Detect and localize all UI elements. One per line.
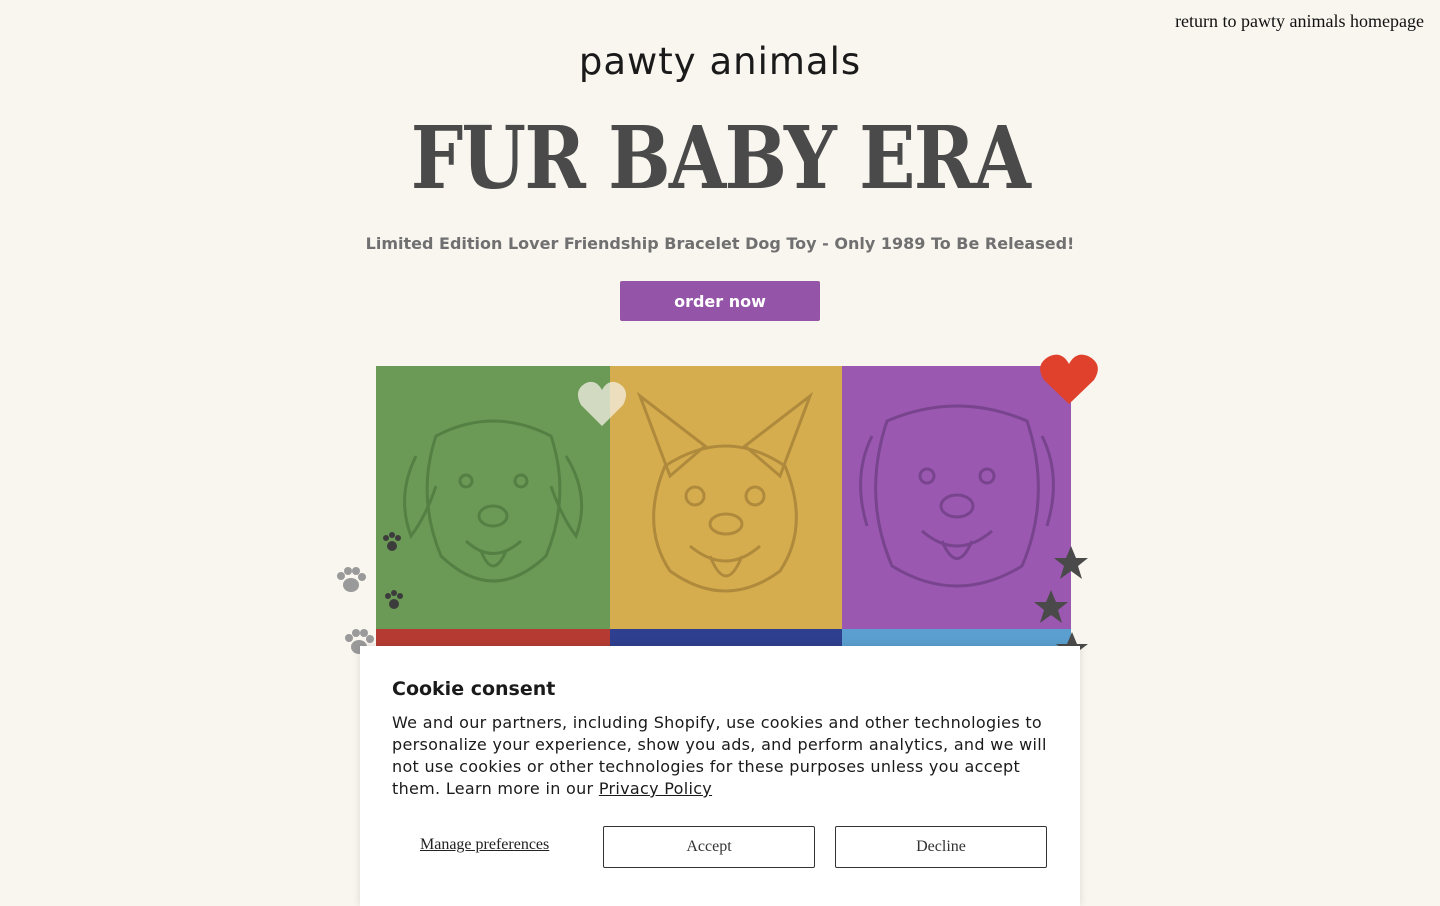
decline-button[interactable]: Decline	[835, 826, 1047, 868]
dog-collage-image	[376, 366, 1071, 669]
cookie-consent-title: Cookie consent	[392, 678, 556, 700]
chihuahua-illustration	[636, 391, 814, 593]
golden-retriever-illustration	[383, 419, 584, 609]
green-dog-panel	[376, 366, 610, 629]
order-now-button[interactable]: order now	[620, 281, 820, 321]
star-icon	[1054, 546, 1088, 579]
brand-logo[interactable]: pawty animals	[0, 40, 1440, 83]
paw-print-icon	[337, 567, 366, 592]
manage-preferences-button[interactable]: Manage preferences	[420, 836, 549, 854]
cookie-consent-body: We and our partners, including Shopify, …	[392, 713, 1047, 798]
hero-subtitle: Limited Edition Lover Friendship Bracele…	[365, 234, 1075, 253]
return-home-link[interactable]: return to pawty animals homepage	[1175, 11, 1424, 32]
heart-icon	[1040, 354, 1098, 404]
yellow-dog-panel	[610, 366, 842, 629]
privacy-policy-link[interactable]: Privacy Policy	[599, 779, 712, 798]
accept-button[interactable]: Accept	[603, 826, 815, 868]
ghost-heart-icon	[577, 381, 627, 426]
hero-title: FUR BABY ERA	[410, 108, 1031, 209]
star-icon	[1034, 590, 1068, 623]
cookie-consent-text: We and our partners, including Shopify, …	[392, 712, 1052, 800]
